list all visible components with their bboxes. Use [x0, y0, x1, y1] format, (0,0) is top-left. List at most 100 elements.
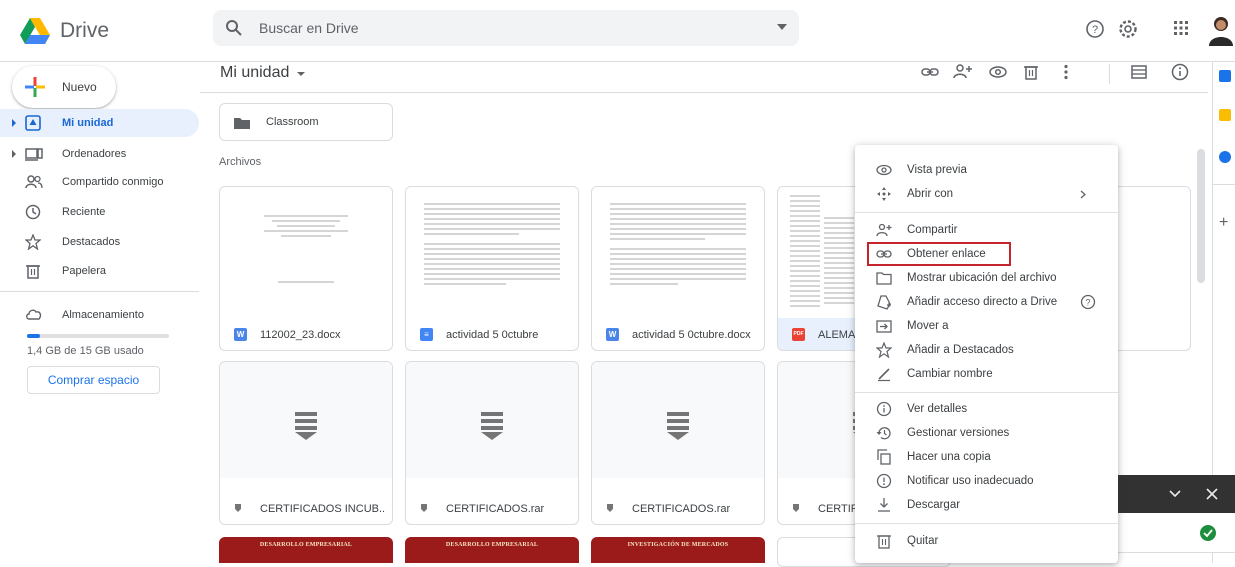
apps-icon[interactable]	[1172, 19, 1190, 37]
file-card[interactable]: CERTIFICADOS INCUB...	[219, 361, 393, 525]
copy-icon	[877, 449, 891, 465]
file-thumbnail	[592, 362, 764, 478]
menu-item-rename[interactable]: Cambiar nombre	[855, 362, 1118, 386]
help-icon[interactable]: ?	[1080, 294, 1096, 310]
more-icon[interactable]	[1056, 62, 1076, 82]
storage-bar	[27, 334, 169, 338]
buy-storage-button[interactable]: Comprar espacio	[27, 366, 160, 394]
sidebar-item-recent[interactable]: Reciente	[0, 198, 199, 226]
expand-caret-icon[interactable]	[12, 119, 16, 127]
file-thumbnail-banner[interactable]: DESARROLLO EMPRESARIAL	[219, 537, 393, 563]
chevron-down-icon[interactable]	[1169, 490, 1181, 498]
archive-small-icon	[421, 504, 427, 512]
list-view-icon[interactable]	[1129, 62, 1149, 82]
menu-item-label: Cambiar nombre	[907, 368, 993, 380]
close-icon[interactable]	[1206, 488, 1218, 500]
keep-icon[interactable]	[1219, 109, 1231, 121]
app-name: Drive	[60, 19, 110, 42]
expand-caret-icon[interactable]	[12, 150, 16, 158]
menu-item-add-starred[interactable]: Añadir a Destacados	[855, 338, 1118, 362]
eye-icon	[876, 164, 892, 176]
pencil-icon	[878, 368, 890, 382]
word-file-icon: W	[234, 328, 247, 341]
plus-icon	[25, 77, 45, 97]
trash-icon	[26, 265, 40, 279]
search-input[interactable]	[259, 10, 739, 46]
sidebar-item-label: Compartido conmigo	[62, 176, 164, 188]
search-icon[interactable]	[225, 19, 243, 37]
file-thumbnail-banner[interactable]: INVESTIGACIÓN DE MERCADOS	[591, 537, 765, 563]
drive-logo[interactable]: Drive	[20, 12, 170, 50]
word-file-icon: W	[606, 328, 619, 341]
add-addon-icon[interactable]: +	[1219, 215, 1228, 231]
add-person-icon[interactable]	[953, 62, 973, 82]
menu-item-label: Notificar uso inadecuado	[907, 475, 1034, 487]
menu-divider	[855, 392, 1118, 393]
menu-item-manage-versions[interactable]: Gestionar versiones	[855, 421, 1118, 445]
sidebar-item-my-drive[interactable]: Mi unidad	[0, 109, 199, 137]
file-card[interactable]: CERTIFICADOS.rar	[591, 361, 765, 525]
sidebar-item-label: Mi unidad	[62, 117, 114, 129]
toast-body	[1117, 513, 1235, 553]
tasks-icon[interactable]	[1219, 151, 1231, 163]
avatar[interactable]	[1207, 14, 1235, 46]
link-icon[interactable]	[920, 62, 940, 82]
toolbar-divider	[1109, 64, 1110, 84]
sidebar-item-starred[interactable]: Destacados	[0, 228, 199, 256]
menu-item-report[interactable]: Notificar uso inadecuado	[855, 469, 1118, 493]
file-thumbnail	[406, 362, 578, 478]
menu-item-open-with[interactable]: Abrir con	[855, 182, 1118, 206]
new-button-label: Nuevo	[62, 80, 97, 94]
archive-icon	[667, 412, 689, 440]
sidebar-item-computers[interactable]: Ordenadores	[0, 140, 199, 168]
calendar-icon[interactable]	[1219, 70, 1231, 82]
search-options-icon[interactable]	[777, 24, 787, 30]
file-card-footer: ≡ actividad 5 0ctubre	[406, 318, 578, 350]
new-button[interactable]: Nuevo	[12, 66, 116, 108]
menu-item-view-details[interactable]: Ver detalles	[855, 397, 1118, 421]
menu-item-show-location[interactable]: Mostrar ubicación del archivo	[855, 266, 1118, 290]
menu-item-share[interactable]: Compartir	[855, 218, 1118, 242]
sidebar-item-label: Destacados	[62, 236, 121, 248]
file-card[interactable]: W actividad 5 0ctubre.docx	[591, 186, 765, 351]
file-name: actividad 5 0ctubre	[446, 329, 539, 341]
menu-item-label: Mostrar ubicación del archivo	[907, 272, 1057, 284]
folder-outline-icon	[876, 272, 892, 285]
archive-small-icon	[793, 504, 799, 512]
menu-item-download[interactable]: Descargar	[855, 493, 1118, 517]
menu-item-add-shortcut[interactable]: Añadir acceso directo a Drive ?	[855, 290, 1118, 314]
main-divider	[200, 92, 1208, 93]
upload-toast	[1117, 475, 1235, 563]
menu-item-label: Abrir con	[907, 188, 954, 200]
file-thumbnail-banner[interactable]: DESARROLLO EMPRESARIAL	[405, 537, 579, 563]
pdf-file-icon: PDF	[792, 328, 805, 341]
file-card-footer: CERTIFICADOS.rar	[406, 492, 578, 524]
file-card[interactable]: ≡ actividad 5 0ctubre	[405, 186, 579, 351]
sidebar-item-trash[interactable]: Papelera	[0, 257, 199, 285]
menu-item-preview[interactable]: Vista previa	[855, 158, 1118, 182]
menu-item-make-copy[interactable]: Hacer una copia	[855, 445, 1118, 469]
file-thumbnail	[220, 187, 392, 319]
preview-icon[interactable]	[988, 62, 1008, 82]
scrollbar[interactable]	[1197, 149, 1205, 283]
menu-item-move[interactable]: Mover a	[855, 314, 1118, 338]
location-dropdown[interactable]: Mi unidad	[220, 64, 306, 82]
sidebar-item-shared[interactable]: Compartido conmigo	[0, 168, 199, 196]
file-name: CERTIFICADOS.rar	[632, 503, 731, 515]
history-icon	[876, 427, 891, 440]
search-bar[interactable]	[213, 10, 799, 46]
settings-icon[interactable]	[1118, 19, 1138, 39]
trash-icon[interactable]	[1021, 62, 1041, 82]
folder-card[interactable]: Classroom	[219, 103, 393, 141]
docs-file-icon: ≡	[420, 328, 433, 341]
folder-name: Classroom	[266, 116, 319, 128]
sidebar-item-storage[interactable]: Almacenamiento	[0, 301, 199, 329]
menu-item-label: Compartir	[907, 224, 958, 236]
file-card[interactable]: W 112002_23.docx	[219, 186, 393, 351]
info-icon[interactable]	[1170, 62, 1190, 82]
help-icon[interactable]: ?	[1085, 19, 1105, 39]
file-card[interactable]: CERTIFICADOS.rar	[405, 361, 579, 525]
menu-item-label: Descargar	[907, 499, 961, 511]
menu-item-remove[interactable]: Quitar	[855, 529, 1118, 553]
menu-item-label: Añadir acceso directo a Drive	[907, 296, 1058, 308]
